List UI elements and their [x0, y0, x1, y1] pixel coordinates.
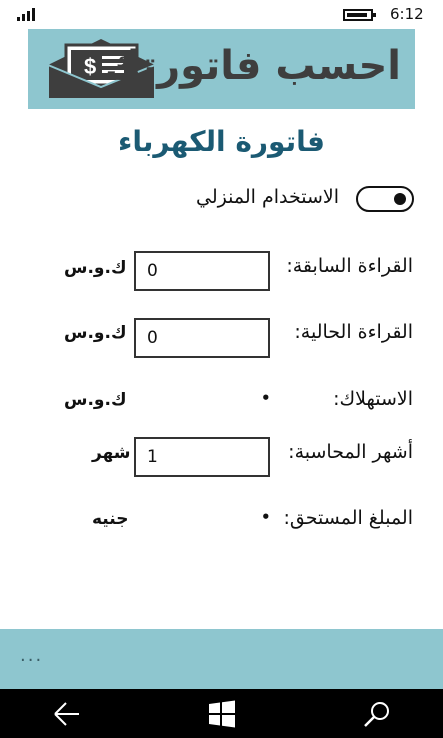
back-arrow-icon[interactable]	[52, 699, 82, 729]
amount-due-value: •	[261, 508, 271, 526]
billing-months-input[interactable]	[134, 437, 270, 477]
signal-icon	[17, 7, 39, 21]
app-bar: ...	[0, 629, 443, 689]
home-usage-toggle[interactable]	[356, 186, 414, 212]
amount-due-unit: جنيه	[92, 509, 129, 529]
more-button[interactable]: ...	[20, 645, 43, 666]
search-icon[interactable]	[362, 699, 392, 729]
page-title: فاتورة الكهرباء	[118, 125, 325, 158]
app-banner: $ احسب فاتورتك	[28, 29, 415, 109]
battery-icon	[343, 9, 376, 21]
consumption-unit: ك.و.س	[64, 390, 127, 410]
billing-months-unit: شهر	[92, 443, 131, 463]
previous-reading-input[interactable]	[134, 251, 270, 291]
current-reading-input[interactable]	[134, 318, 270, 358]
current-reading-unit: ك.و.س	[64, 323, 127, 343]
windows-start-icon[interactable]	[207, 699, 237, 729]
consumption-value: •	[261, 389, 271, 407]
home-usage-label: الاستخدام المنزلي	[196, 186, 339, 208]
consumption-label: الاستهلاك:	[333, 388, 413, 410]
navigation-bar	[0, 689, 443, 738]
current-reading-label: القراءة الحالية:	[294, 321, 413, 343]
status-bar: 6:12	[0, 0, 443, 30]
previous-reading-label: القراءة السابقة:	[286, 255, 413, 277]
clock: 6:12	[390, 5, 424, 23]
billing-months-label: أشهر المحاسبة:	[288, 441, 413, 463]
banner-title: احسب فاتورتك	[104, 43, 401, 89]
toggle-knob	[394, 193, 406, 205]
amount-due-label: المبلغ المستحق:	[283, 507, 413, 529]
previous-reading-unit: ك.و.س	[64, 258, 127, 278]
svg-text:$: $	[84, 54, 96, 79]
